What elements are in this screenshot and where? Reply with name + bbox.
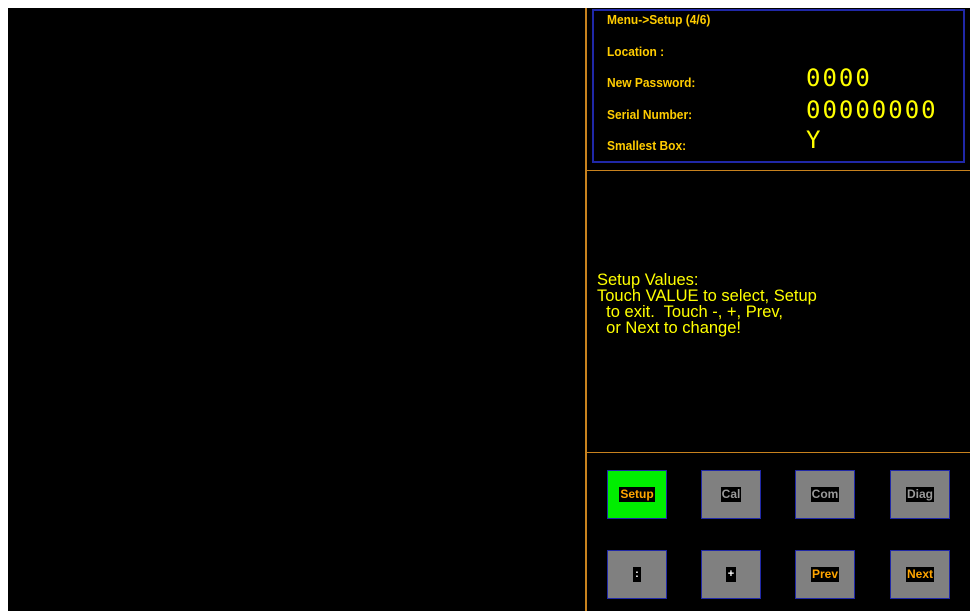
help-divider (587, 452, 970, 453)
vertical-divider (585, 8, 587, 611)
com-button-label: Com (810, 487, 840, 502)
cal-button[interactable]: Cal (701, 470, 761, 519)
next-button[interactable]: Next (890, 550, 950, 599)
setup-button-label: Setup (619, 487, 655, 502)
com-button[interactable]: Com (795, 470, 855, 519)
serial-number-value[interactable]: 00000000 (806, 96, 938, 124)
help-text: Setup Values: Touch VALUE to select, Setu… (597, 271, 962, 337)
new-password-label: New Password: (607, 75, 696, 90)
next-button-label: Next (905, 567, 934, 582)
diag-button-label: Diag (905, 487, 934, 502)
help-line-1: Setup Values: (597, 271, 699, 289)
info-divider (587, 170, 970, 171)
cal-button-label: Cal (720, 487, 742, 502)
new-password-value[interactable]: 0000 (806, 64, 872, 92)
plus-button-label: + (725, 567, 737, 582)
setup-button[interactable]: Setup (607, 470, 667, 519)
smallest-box-value[interactable]: Y (806, 126, 822, 154)
prev-button[interactable]: Prev (795, 550, 855, 599)
plus-button[interactable]: + (701, 550, 761, 599)
help-line-2: Touch VALUE to select, Setup (597, 287, 817, 305)
serial-number-label: Serial Number: (607, 107, 693, 122)
help-line-3: to exit. Touch -, +, Prev, (597, 303, 784, 321)
minus-button[interactable]: : (607, 550, 667, 599)
location-label: Location : (607, 44, 665, 59)
minus-button-label: : (633, 567, 641, 582)
smallest-box-label: Smallest Box: (607, 138, 687, 153)
diag-button[interactable]: Diag (890, 470, 950, 519)
prev-button-label: Prev (810, 567, 840, 582)
help-line-4: or Next to change! (597, 319, 741, 337)
menu-title: Menu->Setup (4/6) (607, 12, 711, 27)
